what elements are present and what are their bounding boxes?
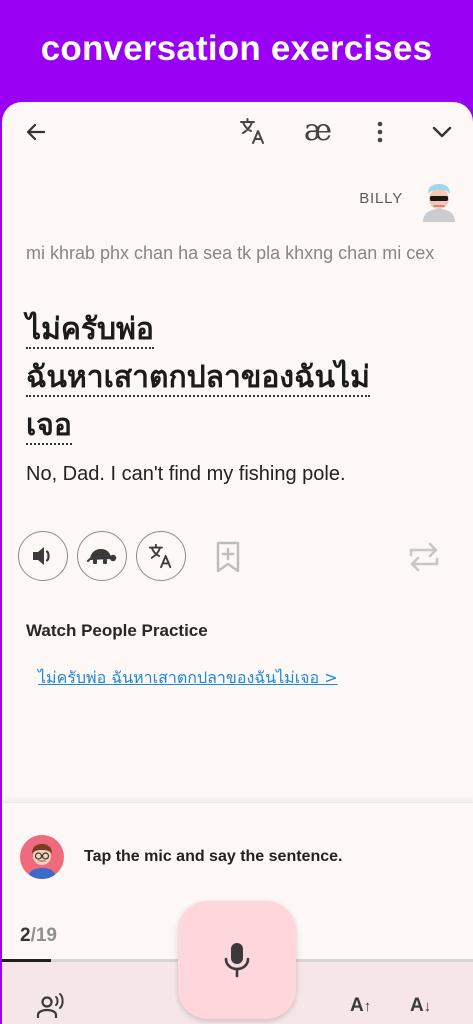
prompt-text: Tap the mic and say the sentence. [84,848,343,865]
top-toolbar: æ [2,102,473,164]
progress-current: 2 [20,925,31,946]
thai-line[interactable]: ไม่ครับพ่อ [26,312,154,349]
translate-icon [148,543,172,569]
thai-line[interactable]: เจอ [26,408,72,445]
volume-icon [33,547,50,565]
chevron-down-icon [432,126,452,138]
tutor-avatar-icon [28,844,56,879]
billy-avatar-icon [423,184,455,222]
english-translation: No, Dad. I can't find my fishing pole. [26,463,346,485]
font-size-down-button[interactable]: A↓ [410,995,431,1017]
lesson-card: æ BILLY mi khrab phx chan ha sea tk pla … [2,102,473,1024]
bookmark-add-icon [216,541,240,573]
promo-banner: conversation exercises [0,0,473,104]
ipa-icon: æ [303,112,333,148]
arrow-up-icon: ↑ [363,998,372,1015]
microphone-icon [224,943,250,978]
repeat-button[interactable] [402,537,446,577]
banner-title: conversation exercises [40,29,433,68]
play-audio-button[interactable] [18,531,68,581]
speaker-name: BILLY [359,190,403,207]
watch-practice-link[interactable]: ไม่ครับพ่อ ฉันหาเสาตกปลาของฉันไม่เจอ > [38,666,338,691]
voice-settings-icon [36,993,64,1018]
microphone-button[interactable] [178,901,296,1019]
translate-icon [240,118,264,144]
arrow-left-icon [26,123,46,141]
tutor-avatar [20,835,64,879]
sentence-actions [18,531,458,583]
more-button[interactable] [368,116,392,148]
transliteration-text: mi khrab phx chan ha sea tk pla khxng ch… [26,243,435,263]
ipa-toggle-button[interactable]: æ [298,112,338,148]
font-down-label: A [410,995,424,1016]
translate-toggle-button[interactable] [236,114,270,148]
repeat-icon [409,542,439,572]
arrow-down-icon: ↓ [423,998,432,1015]
thai-sentence[interactable]: ไม่ครับพ่อ ฉันหาเสาตกปลาของฉันไม่ เจอ [26,306,446,450]
voice-settings-button[interactable] [32,992,68,1024]
font-up-label: A [350,995,364,1016]
bookmark-button[interactable] [210,537,246,577]
thai-line[interactable]: ฉันหาเสาตกปลาของฉันไม่ [26,360,370,397]
translate-sentence-button[interactable] [136,531,186,581]
speaker-avatar [421,182,457,222]
font-size-up-button[interactable]: A↑ [350,995,371,1017]
collapse-button[interactable] [426,116,458,148]
progress-total: /19 [30,925,57,946]
watch-section-title: Watch People Practice [26,621,208,640]
back-button[interactable] [20,116,52,148]
slow-audio-button[interactable] [77,531,127,581]
turtle-icon [87,549,117,564]
more-vert-icon [377,121,383,143]
progress-counter: 2/19 [20,925,57,947]
